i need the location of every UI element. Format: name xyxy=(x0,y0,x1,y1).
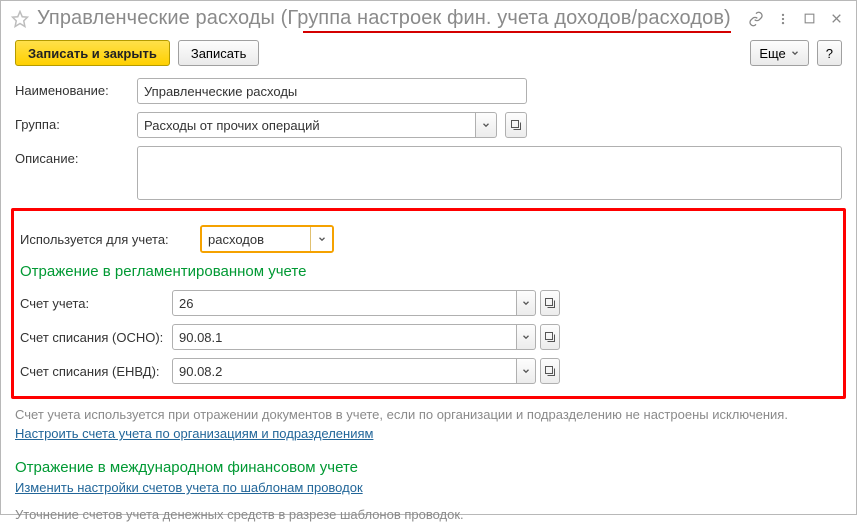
description-label: Описание: xyxy=(15,146,135,166)
account-input-0[interactable] xyxy=(172,290,517,316)
save-and-close-button[interactable]: Записать и закрыть xyxy=(15,40,170,66)
account-open-icon-0[interactable] xyxy=(540,290,560,316)
group-input[interactable] xyxy=(137,112,476,138)
account-input-2[interactable] xyxy=(172,358,517,384)
group-label: Группа: xyxy=(15,112,135,132)
help-button[interactable]: ? xyxy=(817,40,842,66)
account-label-0: Счет учета: xyxy=(20,296,170,311)
name-input[interactable] xyxy=(137,78,527,104)
more-button[interactable]: Еще xyxy=(750,40,808,66)
account-dropdown-icon-0[interactable] xyxy=(517,290,537,316)
account-label-2: Счет списания (ЕНВД): xyxy=(20,364,170,379)
maximize-icon[interactable] xyxy=(800,10,819,28)
accounting-settings-group: Используется для учета: Отражение в регл… xyxy=(11,208,846,399)
configure-accounts-link[interactable]: Настроить счета учета по организациям и … xyxy=(15,426,373,441)
account-dropdown-icon-2[interactable] xyxy=(517,358,537,384)
title-underline xyxy=(303,31,731,33)
account-open-icon-2[interactable] xyxy=(540,358,560,384)
window-title: Управленческие расходы (Группа настроек … xyxy=(37,7,731,29)
account-open-icon-1[interactable] xyxy=(540,324,560,350)
group-open-icon[interactable] xyxy=(505,112,527,138)
account-dropdown-icon-1[interactable] xyxy=(517,324,537,350)
regulated-section-title: Отражение в регламентированном учете xyxy=(20,263,837,280)
more-button-label: Еще xyxy=(759,46,785,61)
account-usage-note: Счет учета используется при отражении до… xyxy=(15,407,842,422)
name-label: Наименование: xyxy=(15,78,135,98)
used-for-dropdown-icon[interactable] xyxy=(310,227,332,251)
used-for-input[interactable] xyxy=(202,227,310,251)
more-vertical-icon[interactable] xyxy=(774,10,793,28)
edit-templates-link[interactable]: Изменить настройки счетов учета по шабло… xyxy=(15,480,363,495)
chevron-down-icon xyxy=(786,46,800,61)
link-icon[interactable] xyxy=(747,10,766,28)
account-input-1[interactable] xyxy=(172,324,517,350)
account-label-1: Счет списания (ОСНО): xyxy=(20,330,170,345)
ifrs-section-title: Отражение в международном финансовом уче… xyxy=(15,459,842,476)
favorite-star-icon[interactable] xyxy=(11,10,29,28)
group-dropdown-icon[interactable] xyxy=(476,112,497,138)
close-icon[interactable] xyxy=(827,10,846,28)
save-button[interactable]: Записать xyxy=(178,40,260,66)
description-textarea[interactable] xyxy=(137,146,842,200)
used-for-label: Используется для учета: xyxy=(20,232,198,247)
